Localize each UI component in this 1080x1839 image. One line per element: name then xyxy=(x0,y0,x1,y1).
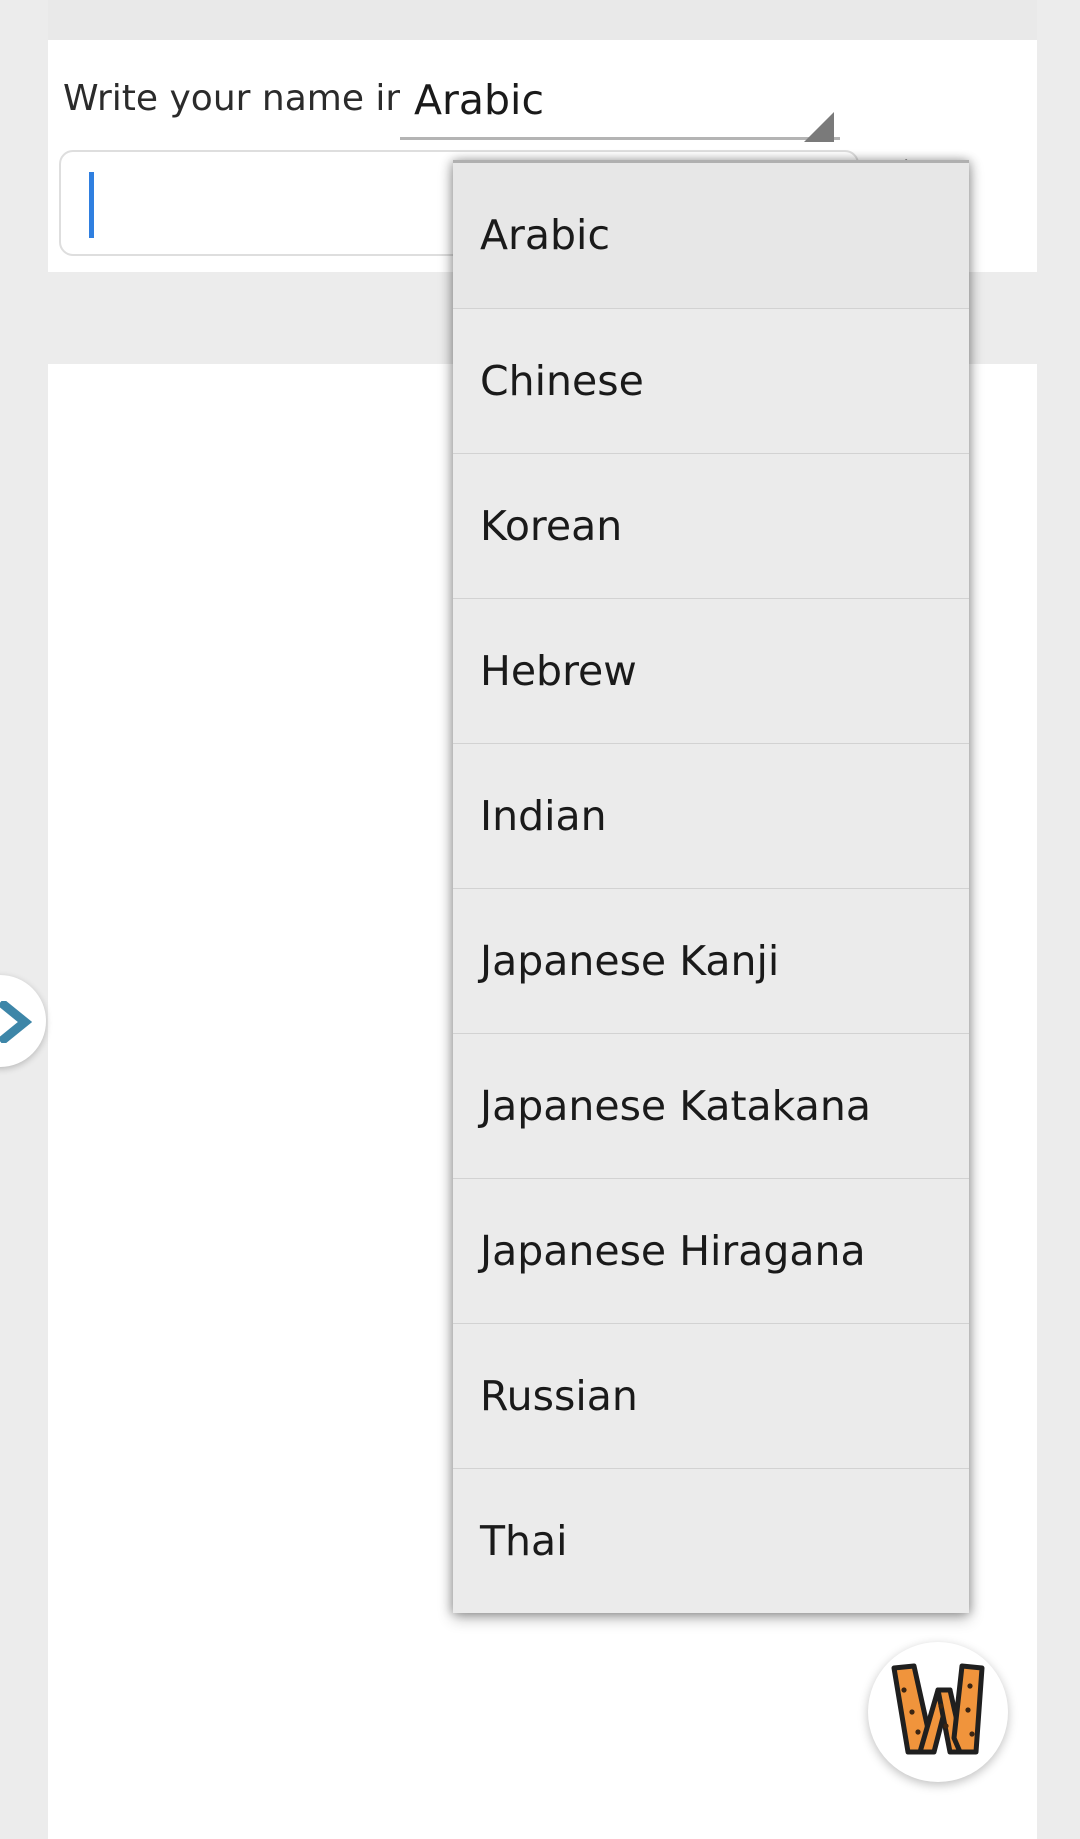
dropdown-item[interactable]: Japanese Katakana xyxy=(453,1033,969,1178)
language-spinner[interactable]: Arabic xyxy=(400,66,840,142)
spinner-underline xyxy=(400,137,840,140)
language-dropdown-list[interactable]: Arabic Chinese Korean Hebrew Indian Japa… xyxy=(453,160,969,1613)
app-logo-badge[interactable] xyxy=(868,1642,1008,1782)
dropdown-item[interactable]: Chinese xyxy=(453,308,969,453)
text-cursor xyxy=(89,172,94,238)
dropdown-item[interactable]: Japanese Hiragana xyxy=(453,1178,969,1323)
top-strip xyxy=(0,0,1080,40)
dropdown-item[interactable]: Korean xyxy=(453,453,969,598)
prompt-label: Write your name in.. xyxy=(63,78,432,119)
dropdown-item[interactable]: Russian xyxy=(453,1323,969,1468)
dropdown-item[interactable]: Indian xyxy=(453,743,969,888)
dropdown-item[interactable]: Japanese Kanji xyxy=(453,888,969,1033)
dropdown-triangle-icon xyxy=(804,112,834,142)
dropdown-item[interactable]: Hebrew xyxy=(453,598,969,743)
spinner-selected-value: Arabic xyxy=(414,76,544,124)
dropdown-item[interactable]: Arabic xyxy=(453,163,969,308)
dropdown-item[interactable]: Thai xyxy=(453,1468,969,1613)
